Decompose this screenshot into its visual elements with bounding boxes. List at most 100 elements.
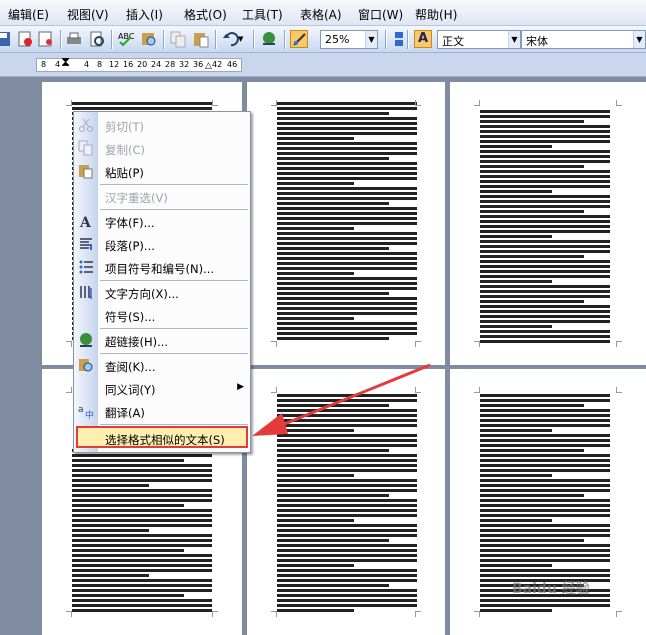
menu-insert[interactable]: 插入(I) — [126, 6, 163, 23]
hyperlink-icon[interactable] — [260, 30, 278, 48]
menu-table[interactable]: 表格(A) — [300, 6, 342, 23]
text-line — [480, 115, 610, 118]
page-thumbnail[interactable] — [247, 82, 445, 365]
menu-item-research[interactable]: 查阅(K)... — [74, 354, 250, 377]
svg-text:ABC: ABC — [118, 32, 135, 41]
copy-icon[interactable] — [169, 30, 187, 48]
text-line — [277, 559, 417, 562]
text-line — [72, 499, 212, 502]
text-line — [480, 250, 610, 253]
text-line — [277, 504, 417, 507]
text-line — [277, 459, 417, 462]
text-line — [480, 140, 610, 143]
ruler-scale[interactable]: 8 4 ⧗ 4 8 12 16 20 24 28 32 36 △ 42 46 — [36, 55, 242, 72]
text-line — [480, 519, 552, 522]
research-icon — [78, 357, 94, 373]
text-line — [480, 474, 552, 477]
menu-window[interactable]: 窗口(W) — [358, 6, 403, 23]
save-icon[interactable] — [0, 30, 12, 48]
text-line — [480, 434, 610, 437]
zoom-combo[interactable]: 25% ▼ — [320, 30, 378, 49]
text-line — [480, 609, 552, 612]
menu-item-translate[interactable]: a中 翻译(A) — [74, 400, 250, 423]
menu-item-synonyms[interactable]: 同义词(Y) ▶ — [74, 377, 250, 400]
toolbar-separator — [111, 30, 112, 49]
text-line — [72, 609, 212, 612]
text-line — [72, 107, 212, 110]
bullets-icon — [78, 259, 94, 275]
permission-icon[interactable] — [16, 30, 34, 48]
menu-item-hyperlink[interactable]: 超链接(H)... — [74, 329, 250, 352]
text-line — [480, 255, 584, 258]
paste-icon[interactable] — [192, 30, 210, 48]
page-thumbnail[interactable] — [450, 82, 646, 365]
text-line — [277, 509, 417, 512]
text-line — [277, 132, 417, 135]
ruler-number: 32 — [179, 60, 190, 69]
text-line — [277, 327, 417, 330]
ruler-number: 24 — [151, 60, 162, 69]
toolbar-separator — [284, 30, 285, 49]
page-thumbnail[interactable] — [247, 369, 445, 635]
right-indent-marker-icon[interactable]: △ — [205, 61, 212, 71]
text-line — [277, 439, 417, 442]
menu-format[interactable]: 格式(O) — [184, 6, 227, 23]
menu-item-text-direction[interactable]: 文字方向(X)... — [74, 281, 250, 304]
text-line — [480, 125, 610, 128]
text-line — [277, 519, 354, 522]
ruler-number: 4 — [84, 60, 90, 69]
font-combo[interactable]: 宋体 ▼ — [521, 30, 646, 49]
text-line — [277, 242, 417, 245]
menu-item-paragraph[interactable]: 段落(P)... — [74, 233, 250, 256]
font-icon: A — [78, 213, 94, 231]
text-line — [277, 127, 417, 130]
menu-view[interactable]: 视图(V) — [67, 6, 109, 23]
toolbar-options-icon[interactable] — [390, 30, 404, 48]
text-line — [277, 107, 417, 110]
menu-item-font[interactable]: A 字体(F)... — [74, 210, 250, 233]
drawing-icon[interactable] — [290, 30, 308, 48]
text-line — [480, 524, 610, 527]
text-line — [277, 257, 417, 260]
indent-marker-icon[interactable]: ⧗ — [61, 55, 70, 70]
text-line — [277, 152, 417, 155]
text-lines — [277, 394, 417, 614]
toolbar-separator — [60, 30, 61, 49]
text-line — [277, 609, 354, 612]
crop-mark — [271, 100, 277, 106]
text-line — [480, 155, 610, 158]
menu-item-cut[interactable]: 剪切(T) — [74, 114, 250, 137]
text-line — [277, 177, 417, 180]
menu-item-reconvert[interactable]: 汉字重选(V) — [74, 185, 250, 208]
menu-edit[interactable]: 编辑(E) — [8, 6, 49, 23]
menu-item-paste[interactable]: 粘贴(P) — [74, 160, 250, 183]
crop-mark — [415, 100, 421, 106]
preview-icon[interactable] — [88, 30, 106, 48]
text-line — [480, 195, 610, 198]
text-line — [480, 245, 610, 248]
print-icon[interactable] — [65, 30, 83, 48]
menu-item-select-similar-format[interactable]: 选择格式相似的文本(S) — [76, 426, 248, 448]
text-line — [277, 162, 417, 165]
standard-toolbar: ABC ▼ 25% ▼ A 正文 ▼ 宋体 ▼ — [0, 26, 646, 53]
text-line — [72, 564, 212, 567]
undo-dropdown-icon[interactable]: ▼ — [238, 35, 248, 53]
text-line — [277, 464, 417, 467]
research-icon[interactable] — [140, 30, 158, 48]
menu-item-copy[interactable]: 复制(C) — [74, 137, 250, 160]
print-preview-icon[interactable] — [37, 30, 55, 48]
spelling-icon[interactable]: ABC — [117, 30, 135, 48]
text-line — [480, 175, 610, 178]
text-line — [480, 464, 610, 467]
style-combo[interactable]: 正文 ▼ — [437, 30, 521, 49]
text-line — [277, 307, 417, 310]
text-line — [480, 564, 552, 567]
text-line — [480, 110, 610, 113]
styles-pane-icon[interactable]: A — [414, 30, 432, 48]
menu-item-label: 段落(P)... — [105, 239, 155, 253]
menu-item-symbol[interactable]: 符号(S)... — [74, 304, 250, 327]
text-line — [277, 409, 417, 412]
menu-item-bullets[interactable]: 项目符号和编号(N)... — [74, 256, 250, 279]
menu-help[interactable]: 帮助(H) — [415, 6, 457, 23]
menu-tools[interactable]: 工具(T) — [242, 6, 283, 23]
